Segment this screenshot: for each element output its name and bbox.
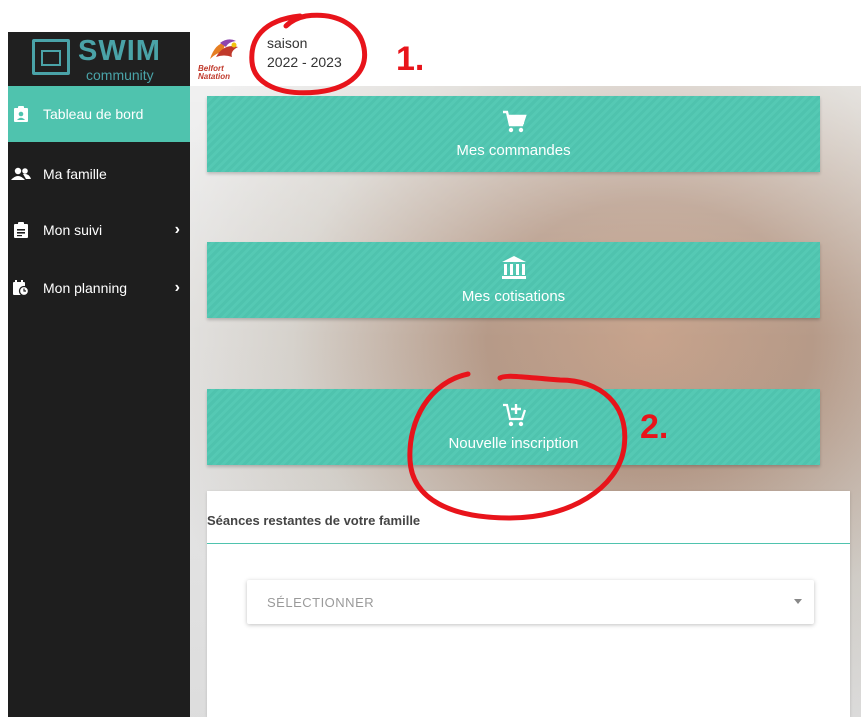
card-label: Mes commandes bbox=[456, 142, 571, 159]
remaining-sessions-panel: Séances restantes de votre famille SÉLEC… bbox=[207, 491, 850, 717]
sidebar-item-mon-suivi[interactable]: Mon suivi › bbox=[8, 202, 190, 258]
cart-icon bbox=[502, 110, 527, 133]
family-member-select[interactable]: SÉLECTIONNER bbox=[247, 580, 814, 624]
panel-title: Séances restantes de votre famille bbox=[207, 513, 421, 528]
clipboard-list-icon bbox=[11, 220, 31, 240]
brand-name: SWIM bbox=[78, 35, 161, 67]
club-name: Belfort Natation bbox=[198, 64, 230, 81]
brand-tagline: community bbox=[86, 67, 154, 83]
club-emblem-icon bbox=[210, 39, 238, 59]
nouvelle-inscription-button[interactable]: Nouvelle inscription bbox=[207, 389, 820, 465]
cart-plus-icon bbox=[502, 403, 526, 427]
top-bar: Belfort Natation saison 2022 - 2023 bbox=[190, 32, 861, 87]
sidebar-item-ma-famille[interactable]: Ma famille bbox=[8, 146, 190, 202]
club-logo[interactable]: Belfort Natation bbox=[198, 37, 246, 81]
dashboard-content: Mes commandes Mes cotisations Nouvelle i… bbox=[190, 86, 861, 717]
card-label: Mes cotisations bbox=[461, 288, 566, 305]
season-value[interactable]: 2022 - 2023 bbox=[267, 54, 342, 70]
sidebar: SWIM community Tableau de bord Ma famill… bbox=[8, 32, 190, 717]
select-placeholder: SÉLECTIONNER bbox=[267, 595, 375, 610]
sidebar-item-tableau-de-bord[interactable]: Tableau de bord bbox=[8, 86, 190, 142]
sidebar-item-label: Mon planning bbox=[43, 280, 128, 296]
card-label: Nouvelle inscription bbox=[448, 435, 579, 452]
chevron-right-icon: › bbox=[174, 279, 180, 296]
sidebar-item-mon-planning[interactable]: Mon planning › bbox=[8, 260, 190, 316]
chevron-right-icon: › bbox=[174, 221, 180, 238]
sidebar-item-label: Mon suivi bbox=[43, 222, 103, 238]
calendar-clock-icon bbox=[11, 278, 31, 298]
bank-icon bbox=[501, 256, 526, 279]
swim-logo-icon bbox=[32, 39, 70, 75]
sidebar-item-label: Tableau de bord bbox=[43, 106, 144, 122]
caret-down-icon bbox=[794, 599, 802, 604]
clipboard-user-icon bbox=[11, 104, 31, 124]
season-label: saison bbox=[267, 35, 308, 51]
app-logo[interactable]: SWIM community bbox=[8, 32, 190, 87]
sidebar-item-label: Ma famille bbox=[43, 166, 107, 182]
mes-commandes-button[interactable]: Mes commandes bbox=[207, 96, 820, 172]
panel-divider bbox=[207, 543, 850, 544]
mes-cotisations-button[interactable]: Mes cotisations bbox=[207, 242, 820, 318]
users-icon bbox=[11, 164, 31, 184]
